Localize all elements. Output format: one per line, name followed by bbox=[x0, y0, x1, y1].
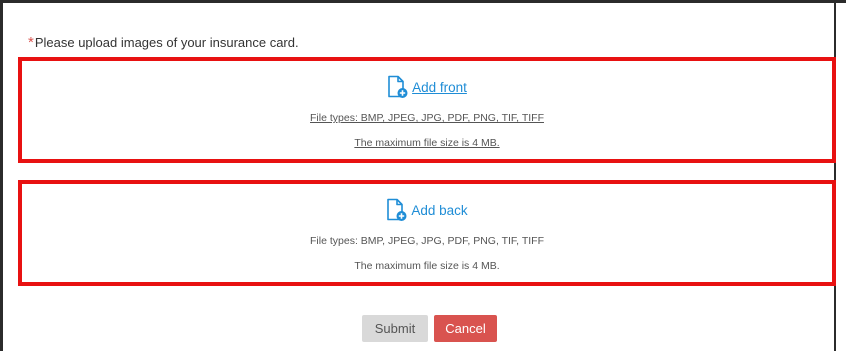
window-left-border bbox=[0, 0, 3, 351]
add-front-link[interactable]: Add front bbox=[22, 75, 832, 99]
front-max-size: The maximum file size is 4 MB. bbox=[354, 137, 500, 149]
file-add-icon bbox=[387, 75, 409, 99]
window-right-border bbox=[834, 0, 836, 351]
add-back-label[interactable]: Add back bbox=[411, 203, 467, 218]
back-upload-area[interactable]: Add back File types: BMP, JPEG, JPG, PDF… bbox=[18, 180, 836, 286]
upload-instructions-text: Please upload images of your insurance c… bbox=[34, 35, 299, 50]
required-marker: * bbox=[28, 34, 34, 51]
front-upload-area[interactable]: Add front File types: BMP, JPEG, JPG, PD… bbox=[18, 57, 836, 163]
window-top-border bbox=[0, 0, 846, 3]
file-add-icon bbox=[386, 198, 408, 222]
back-file-types: File types: BMP, JPEG, JPG, PDF, PNG, TI… bbox=[310, 235, 544, 247]
cancel-button[interactable]: Cancel bbox=[434, 315, 497, 342]
upload-instructions: *Please upload images of your insurance … bbox=[28, 34, 299, 51]
submit-button[interactable]: Submit bbox=[362, 315, 428, 342]
back-max-size: The maximum file size is 4 MB. bbox=[354, 260, 500, 272]
add-front-label[interactable]: Add front bbox=[412, 80, 467, 95]
add-back-link[interactable]: Add back bbox=[22, 198, 832, 222]
front-file-types: File types: BMP, JPEG, JPG, PDF, PNG, TI… bbox=[310, 112, 544, 124]
